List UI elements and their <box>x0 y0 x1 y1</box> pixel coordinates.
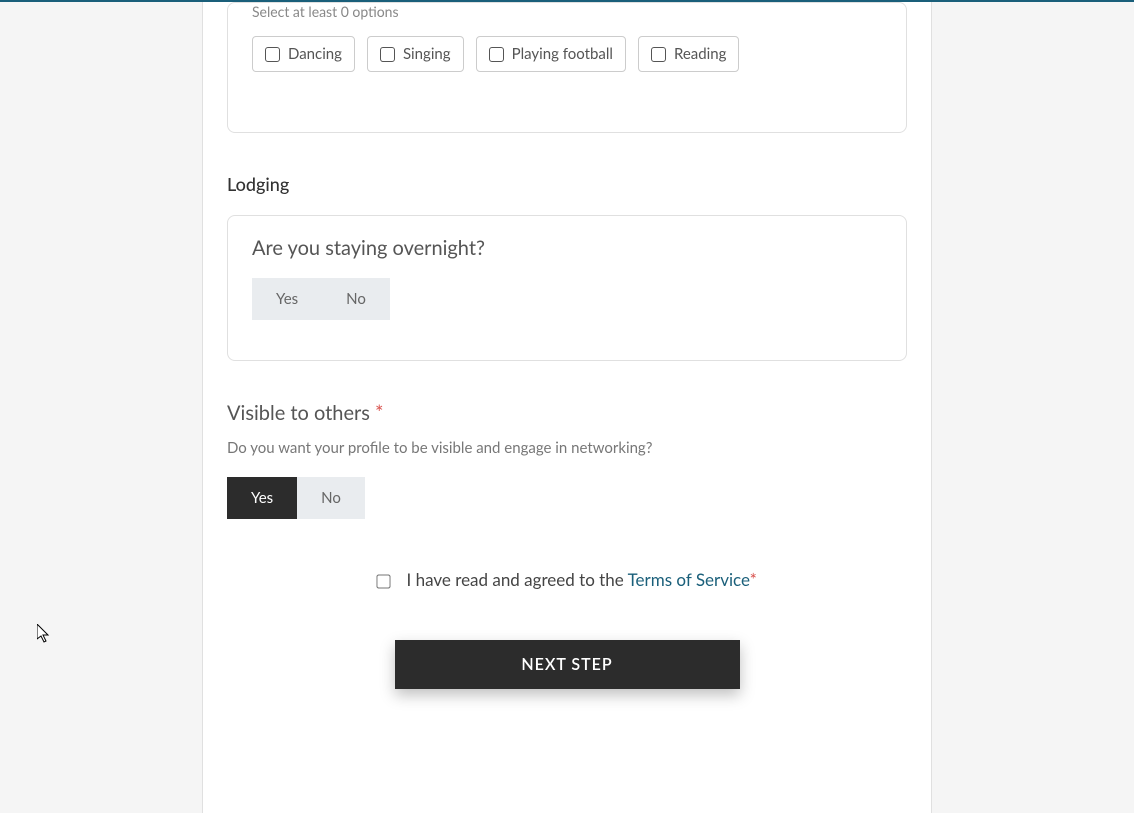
terms-link[interactable]: Terms of Service <box>628 569 750 590</box>
visibility-toggle: Yes No <box>227 477 365 519</box>
lodging-card: Are you staying overnight? Yes No <box>227 215 907 361</box>
visibility-title: Visible to others * <box>227 401 907 425</box>
hobby-option-dancing[interactable]: Dancing <box>252 36 355 72</box>
visibility-no-button[interactable]: No <box>297 477 365 519</box>
checkbox-icon <box>651 47 666 62</box>
lodging-yes-button[interactable]: Yes <box>252 278 322 320</box>
cursor-icon <box>37 624 53 644</box>
checkbox-icon <box>489 47 504 62</box>
hobby-label: Singing <box>403 45 451 63</box>
visibility-subtitle: Do you want your profile to be visible a… <box>227 439 907 457</box>
visibility-title-text: Visible to others <box>227 401 375 425</box>
lodging-toggle: Yes No <box>252 278 390 320</box>
visibility-yes-button[interactable]: Yes <box>227 477 297 519</box>
hobby-option-playing-football[interactable]: Playing football <box>476 36 626 72</box>
lodging-question: Are you staying overnight? <box>252 236 882 260</box>
checkbox-icon <box>380 47 395 62</box>
hobby-label: Reading <box>674 45 726 63</box>
terms-row: I have read and agreed to the Terms of S… <box>227 569 907 590</box>
required-asterisk: * <box>750 569 757 590</box>
hobby-label: Dancing <box>288 45 342 63</box>
hobbies-options: Dancing Singing Playing football Reading <box>252 36 882 72</box>
next-step-button[interactable]: NEXT STEP <box>395 640 740 689</box>
hobbies-card: Select at least 0 options Dancing Singin… <box>227 2 907 133</box>
hobby-option-singing[interactable]: Singing <box>367 36 464 72</box>
hobby-option-reading[interactable]: Reading <box>638 36 739 72</box>
form-container: Select at least 0 options Dancing Singin… <box>202 2 932 813</box>
hobby-label: Playing football <box>512 45 613 63</box>
hobbies-helper: Select at least 0 options <box>252 3 882 20</box>
terms-text: I have read and agreed to the <box>402 569 627 590</box>
required-asterisk: * <box>375 401 384 425</box>
lodging-no-button[interactable]: No <box>322 278 390 320</box>
lodging-section-title: Lodging <box>227 173 907 195</box>
checkbox-icon <box>265 47 280 62</box>
visibility-section: Visible to others * Do you want your pro… <box>227 401 907 519</box>
terms-checkbox[interactable] <box>377 575 391 589</box>
